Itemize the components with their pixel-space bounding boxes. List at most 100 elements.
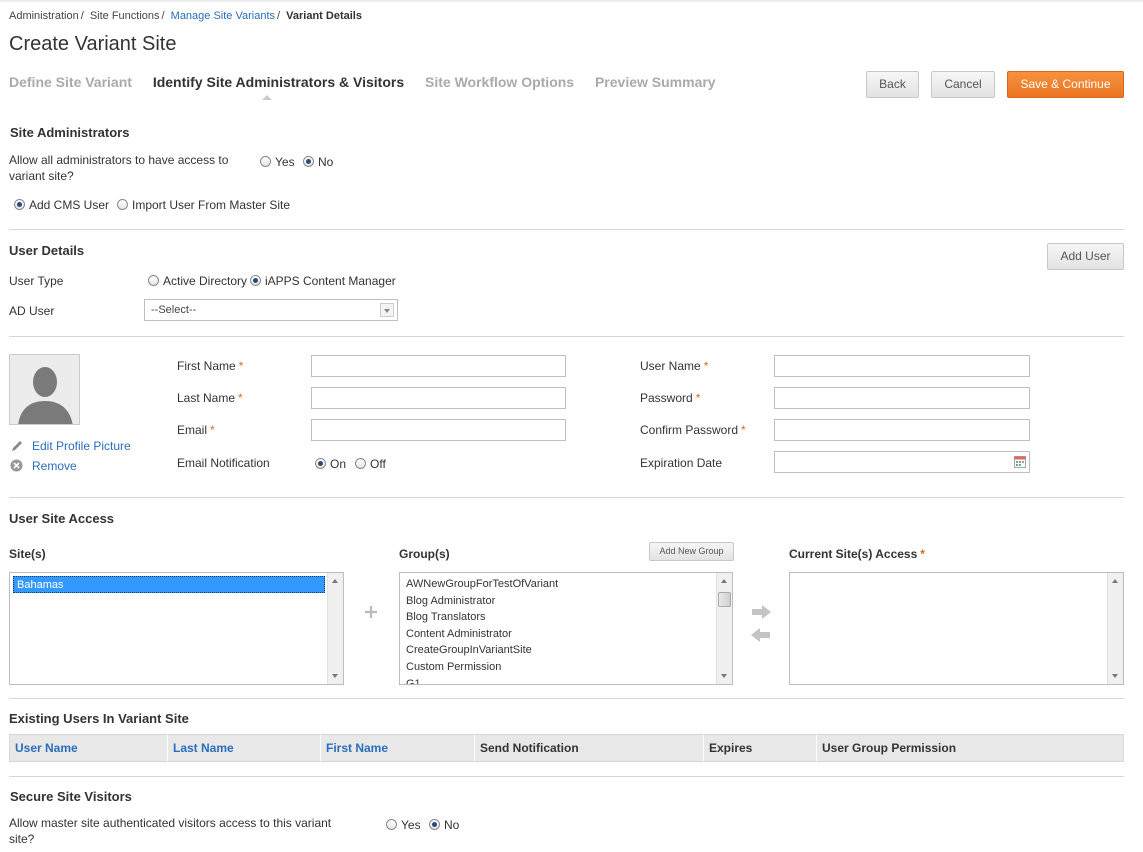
- import-user-option[interactable]: Import User From Master Site: [117, 198, 290, 212]
- list-item[interactable]: Bahamas: [13, 576, 325, 593]
- divider: [9, 229, 1124, 230]
- scroll-up-icon[interactable]: [721, 579, 727, 583]
- breadcrumb-variant-details: Variant Details: [286, 10, 362, 22]
- user-name-label: User Name *: [640, 359, 709, 373]
- column-first-name[interactable]: First Name: [321, 735, 475, 761]
- confirm-password-field[interactable]: [774, 419, 1030, 441]
- list-item[interactable]: Blog Administrator: [403, 593, 714, 610]
- last-name-field[interactable]: [311, 387, 566, 409]
- expiration-date-field[interactable]: [774, 451, 1030, 473]
- divider: [9, 776, 1124, 777]
- scroll-thumb[interactable]: [718, 592, 731, 607]
- add-user-button[interactable]: Add User: [1047, 243, 1124, 270]
- scroll-down-icon[interactable]: [332, 674, 338, 678]
- import-user-radio[interactable]: [117, 199, 128, 210]
- visitor-access-no-label: No: [444, 818, 460, 832]
- admin-access-yes-label: Yes: [275, 155, 295, 169]
- visitor-access-question: Allow master site authenticated visitors…: [9, 816, 332, 846]
- column-send-notification: Send Notification: [475, 735, 704, 761]
- current-access-listbox[interactable]: [789, 572, 1124, 685]
- visitor-access-no-option[interactable]: No: [429, 818, 459, 832]
- save-continue-button[interactable]: Save & Continue: [1007, 71, 1124, 98]
- cancel-button[interactable]: Cancel: [931, 71, 995, 98]
- add-cms-user-radio[interactable]: [14, 199, 25, 210]
- active-directory-option[interactable]: Active Directory: [148, 274, 247, 288]
- admin-access-yes-option[interactable]: Yes: [260, 155, 295, 169]
- remove-picture-link[interactable]: Remove: [32, 459, 77, 473]
- site-administrators-heading: Site Administrators: [10, 125, 130, 140]
- password-label: Password *: [640, 391, 701, 405]
- active-step-indicator: [262, 95, 272, 100]
- user-name-field[interactable]: [774, 355, 1030, 377]
- arrow-right-icon[interactable]: [750, 605, 772, 622]
- step-workflow-options[interactable]: Site Workflow Options: [425, 74, 574, 90]
- iapps-cm-option[interactable]: iAPPS Content Manager: [250, 274, 396, 288]
- first-name-field[interactable]: [311, 355, 566, 377]
- list-item[interactable]: AWNewGroupForTestOfVariant: [403, 576, 714, 593]
- breadcrumb-manage-site-variants[interactable]: Manage Site Variants: [171, 10, 275, 22]
- visitor-access-yes-option[interactable]: Yes: [386, 818, 421, 832]
- remove-icon[interactable]: [10, 459, 23, 475]
- scroll-up-icon[interactable]: [1112, 579, 1118, 583]
- pencil-icon[interactable]: [10, 439, 24, 456]
- divider: [9, 698, 1124, 699]
- notification-on-radio[interactable]: [315, 458, 326, 469]
- secure-site-visitors-heading: Secure Site Visitors: [10, 789, 132, 804]
- visitor-access-yes-label: Yes: [401, 818, 421, 832]
- groups-listbox[interactable]: AWNewGroupForTestOfVariant Blog Administ…: [399, 572, 733, 685]
- plus-icon: [364, 605, 378, 622]
- list-item[interactable]: Blog Translators: [403, 609, 714, 626]
- notification-off-label: Off: [370, 457, 386, 471]
- back-button[interactable]: Back: [866, 71, 919, 98]
- list-item[interactable]: CreateGroupInVariantSite: [403, 642, 714, 659]
- list-item[interactable]: Custom Permission: [403, 659, 714, 676]
- divider: [9, 497, 1124, 498]
- list-item[interactable]: Content Administrator: [403, 626, 714, 643]
- admin-access-yes-radio[interactable]: [260, 156, 271, 167]
- confirm-password-label: Confirm Password *: [640, 423, 746, 437]
- iapps-cm-radio[interactable]: [250, 275, 261, 286]
- admin-access-no-option[interactable]: No: [303, 155, 333, 169]
- password-field[interactable]: [774, 387, 1030, 409]
- edit-profile-picture-link[interactable]: Edit Profile Picture: [32, 439, 131, 453]
- scroll-down-icon[interactable]: [721, 674, 727, 678]
- add-new-group-button[interactable]: Add New Group: [649, 542, 734, 561]
- add-cms-user-option[interactable]: Add CMS User: [14, 198, 109, 212]
- divider: [9, 336, 1124, 337]
- chevron-down-icon[interactable]: [380, 303, 394, 317]
- admin-access-no-label: No: [318, 155, 334, 169]
- ad-user-select[interactable]: --Select--: [144, 299, 398, 321]
- breadcrumb-site-functions[interactable]: Site Functions: [90, 10, 160, 22]
- user-details-heading: User Details: [9, 243, 85, 258]
- arrow-left-icon[interactable]: [750, 628, 772, 645]
- step-identify-admins[interactable]: Identify Site Administrators & Visitors: [153, 74, 404, 90]
- notification-on-option[interactable]: On: [315, 457, 346, 471]
- notification-off-option[interactable]: Off: [355, 457, 386, 471]
- email-notification-label: Email Notification: [177, 456, 270, 470]
- step-preview-summary[interactable]: Preview Summary: [595, 74, 716, 90]
- ad-user-label: AD User: [9, 304, 55, 318]
- scrollbar[interactable]: [716, 573, 732, 684]
- user-site-access-heading: User Site Access: [9, 511, 115, 526]
- notification-off-radio[interactable]: [355, 458, 366, 469]
- first-name-label: First Name *: [177, 359, 244, 373]
- scrollbar[interactable]: [327, 573, 343, 684]
- column-last-name[interactable]: Last Name: [168, 735, 321, 761]
- scrollbar[interactable]: [1107, 573, 1123, 684]
- visitor-access-no-radio[interactable]: [429, 819, 440, 830]
- email-field[interactable]: [311, 419, 566, 441]
- scroll-down-icon[interactable]: [1112, 674, 1118, 678]
- visitor-access-yes-radio[interactable]: [386, 819, 397, 830]
- add-cms-user-label: Add CMS User: [29, 198, 110, 212]
- sites-label: Site(s): [9, 547, 46, 561]
- active-directory-radio[interactable]: [148, 275, 159, 286]
- breadcrumb-administration[interactable]: Administration: [9, 10, 79, 22]
- scroll-up-icon[interactable]: [332, 579, 338, 583]
- sites-listbox[interactable]: Bahamas: [9, 572, 344, 685]
- admin-access-no-radio[interactable]: [303, 156, 314, 167]
- list-item[interactable]: G1: [403, 676, 714, 684]
- step-define-site-variant[interactable]: Define Site Variant: [9, 74, 132, 90]
- calendar-icon[interactable]: [1014, 456, 1026, 468]
- iapps-cm-label: iAPPS Content Manager: [265, 274, 396, 288]
- column-user-name[interactable]: User Name: [10, 735, 168, 761]
